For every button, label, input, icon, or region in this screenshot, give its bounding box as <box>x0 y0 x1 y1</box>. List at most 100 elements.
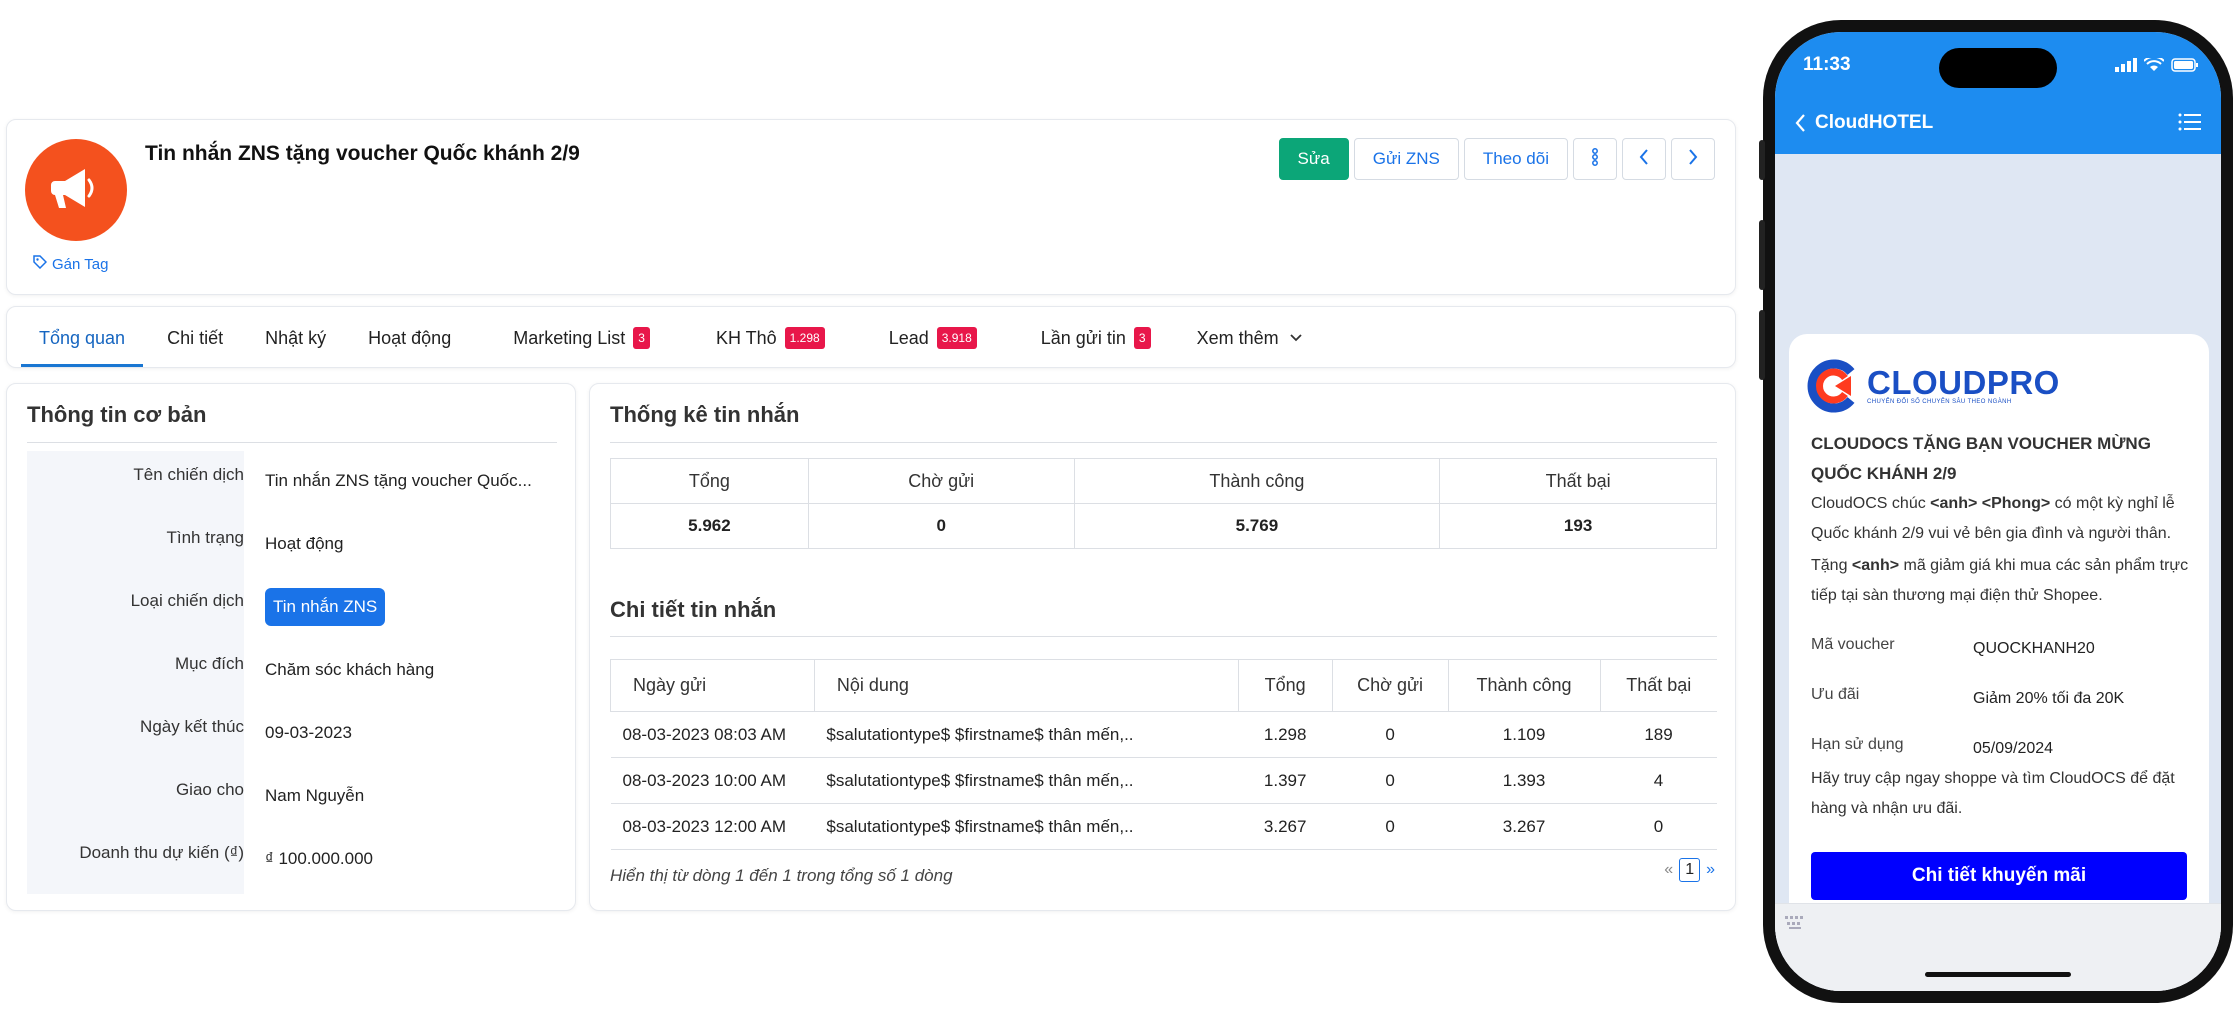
more-actions-button[interactable] <box>1573 138 1617 180</box>
phone-status-bar: 11:33 <box>1775 32 2221 94</box>
wifi-icon <box>2143 55 2165 77</box>
details-header-row: Ngày gửi Nội dung Tổng Chờ gửi Thành côn… <box>610 659 1717 712</box>
next-record-button[interactable] <box>1671 138 1715 180</box>
edit-button[interactable]: Sửa <box>1278 138 1349 180</box>
tab-label: Tổng quan <box>39 327 126 348</box>
message-paragraph: Hãy truy cập ngay shoppe và tìm CloudOCS… <box>1811 770 2175 817</box>
tab-details[interactable]: Chi tiết <box>149 307 241 369</box>
message-details-title: Chi tiết tin nhắn <box>610 597 777 622</box>
count-badge: 3.918 <box>936 327 977 349</box>
count-badge: 3 <box>1133 327 1151 349</box>
table-row[interactable]: 08-03-2023 10:00 AM $salutationtype$ $fi… <box>610 757 1717 804</box>
kv-label: Hạn sử dụng <box>1811 736 1904 753</box>
follow-button[interactable]: Theo dõi <box>1463 138 1568 180</box>
promo-details-button[interactable]: Chi tiết khuyến mãi <box>1811 852 2187 900</box>
tab-label: Chi tiết <box>167 327 224 348</box>
info-row-assignee: Giao cho Nam Nguyễn <box>27 766 557 829</box>
cell-pending: 0 <box>1332 803 1449 850</box>
back-icon[interactable] <box>1793 112 1807 139</box>
column-header: Thất bại <box>1439 458 1717 504</box>
pagination-next[interactable]: » <box>1706 861 1715 879</box>
stats-header-row: Tổng Chờ gửi Thành công Thất bại <box>610 458 1717 504</box>
stats-value-row: 5.962 0 5.769 193 <box>610 503 1717 549</box>
cell-total: 3.267 <box>1238 803 1333 850</box>
assign-tag-link[interactable]: Gán Tag <box>33 255 108 273</box>
info-label: Tình trạng <box>166 528 245 547</box>
keyboard-icon[interactable] <box>1785 916 1807 935</box>
tab-label: Marketing List <box>513 327 626 348</box>
count-badge: 1.298 <box>784 327 825 349</box>
kv-label: Ưu đãi <box>1811 686 1860 703</box>
info-row-status: Tình trạng Hoạt động <box>27 514 557 577</box>
cell-success: 1.393 <box>1448 757 1600 804</box>
cell-total: 1.298 <box>1238 711 1333 758</box>
text: CloudOCS chúc <box>1811 495 1931 512</box>
cloudpro-logo: CLOUDPRO CHUYỂN ĐỔI SỐ CHUYÊN SÂU THEO N… <box>1805 358 2060 414</box>
system-indicators <box>2115 55 2199 77</box>
tab-label: Nhật ký <box>265 327 327 348</box>
column-header-total[interactable]: Tổng <box>1237 659 1333 712</box>
kv-label: Mã voucher <box>1811 636 1895 653</box>
list-menu-icon[interactable] <box>2177 112 2201 137</box>
pagination-current-page[interactable]: 1 <box>1679 858 1701 882</box>
column-header-failed[interactable]: Thất bại <box>1599 659 1717 712</box>
column-header: Chờ gửi <box>807 458 1075 504</box>
cell-content: $salutationtype$ $firstname$ thân mến,.. <box>814 711 1239 758</box>
message-paragraph: Tặng <anh> mã giảm giá khi mua các sản p… <box>1811 551 2201 611</box>
chevron-down-icon <box>1289 333 1303 343</box>
tab-more[interactable]: Xem thêm <box>1179 307 1321 369</box>
cell-content: $salutationtype$ $firstname$ thân mến,.. <box>814 803 1239 850</box>
column-header-success[interactable]: Thành công <box>1447 659 1600 712</box>
megaphone-icon <box>51 166 101 215</box>
kv-value: 05/09/2024 <box>1973 740 2054 757</box>
chevron-right-icon <box>1687 148 1699 171</box>
placeholder-text: <anh> <box>1851 557 1900 574</box>
tab-overview[interactable]: Tổng quan <box>21 307 144 369</box>
column-header-content[interactable]: Nội dung <box>813 659 1239 712</box>
cell-failed: 0 <box>1600 803 1717 850</box>
placeholder-text: <anh> <Phong> <box>1930 495 2051 512</box>
signal-icon <box>2115 58 2137 77</box>
text: Tặng <box>1811 557 1852 574</box>
tab-raw-customers[interactable]: KH Thô 1.298 <box>698 307 843 369</box>
message-stats-title: Thống kê tin nhắn <box>610 402 800 427</box>
message-stats-panel: Thống kê tin nhắn Tổng Chờ gửi Thành côn… <box>589 383 1736 911</box>
table-row[interactable]: 08-03-2023 12:00 AM $salutationtype$ $fi… <box>610 803 1717 850</box>
voucher-code-row: Mã voucher QUOCKHANH20 <box>1811 636 2201 662</box>
column-header-pending[interactable]: Chờ gửi <box>1331 659 1449 712</box>
tab-activities[interactable]: Hoạt động <box>350 307 469 369</box>
cloudpro-mark-icon <box>1807 359 1855 413</box>
tag-icon <box>33 255 48 273</box>
cell-success: 1.109 <box>1448 711 1600 758</box>
tab-label: Xem thêm <box>1196 327 1279 348</box>
tab-send-batches[interactable]: Lần gửi tin 3 <box>1023 307 1169 369</box>
cell-failed: 4 <box>1600 757 1717 804</box>
cell-sent-date: 08-03-2023 10:00 AM <box>610 757 815 804</box>
campaign-title: Tin nhắn ZNS tặng voucher Quốc khánh 2/9 <box>145 142 580 165</box>
pagination-prev[interactable]: « <box>1664 861 1673 879</box>
divider <box>610 636 1717 637</box>
info-row-campaign-type: Loại chiến dịch Tin nhắn ZNS <box>27 577 557 640</box>
info-value: 09-03-2023 <box>265 723 352 742</box>
cell-content: $salutationtype$ $firstname$ thân mến,.. <box>814 757 1239 804</box>
message-details-table: Ngày gửi Nội dung Tổng Chờ gửi Thành côn… <box>610 659 1717 850</box>
info-value: Chăm sóc khách hàng <box>265 660 435 679</box>
tab-marketing-list[interactable]: Marketing List 3 <box>495 307 668 369</box>
kv-value: Giảm 20% tối đa 20K <box>1973 690 2125 707</box>
info-row-purpose: Mục đích Chăm sóc khách hàng <box>27 640 557 703</box>
tab-log[interactable]: Nhật ký <box>247 307 344 369</box>
info-label: Ngày kết thúc <box>140 717 244 736</box>
previous-record-button[interactable] <box>1622 138 1666 180</box>
info-label: Mục đích <box>175 654 244 673</box>
brand-wordmark: CLOUDPRO <box>1867 364 2060 401</box>
tab-lead[interactable]: Lead 3.918 <box>871 307 995 369</box>
expiry-row: Hạn sử dụng 05/09/2024 <box>1811 736 2201 762</box>
column-header-sent-date[interactable]: Ngày gửi <box>610 659 815 712</box>
offer-row: Ưu đãi Giảm 20% tối đa 20K <box>1811 686 2201 712</box>
info-label: Tên chiến dịch <box>133 465 244 484</box>
stat-success: 5.769 <box>1073 503 1441 549</box>
table-row[interactable]: 08-03-2023 08:03 AM $salutationtype$ $fi… <box>610 711 1717 758</box>
column-header: Tổng <box>610 458 809 504</box>
send-zns-button[interactable]: Gửi ZNS <box>1353 138 1459 180</box>
stat-total: 5.962 <box>610 503 809 549</box>
